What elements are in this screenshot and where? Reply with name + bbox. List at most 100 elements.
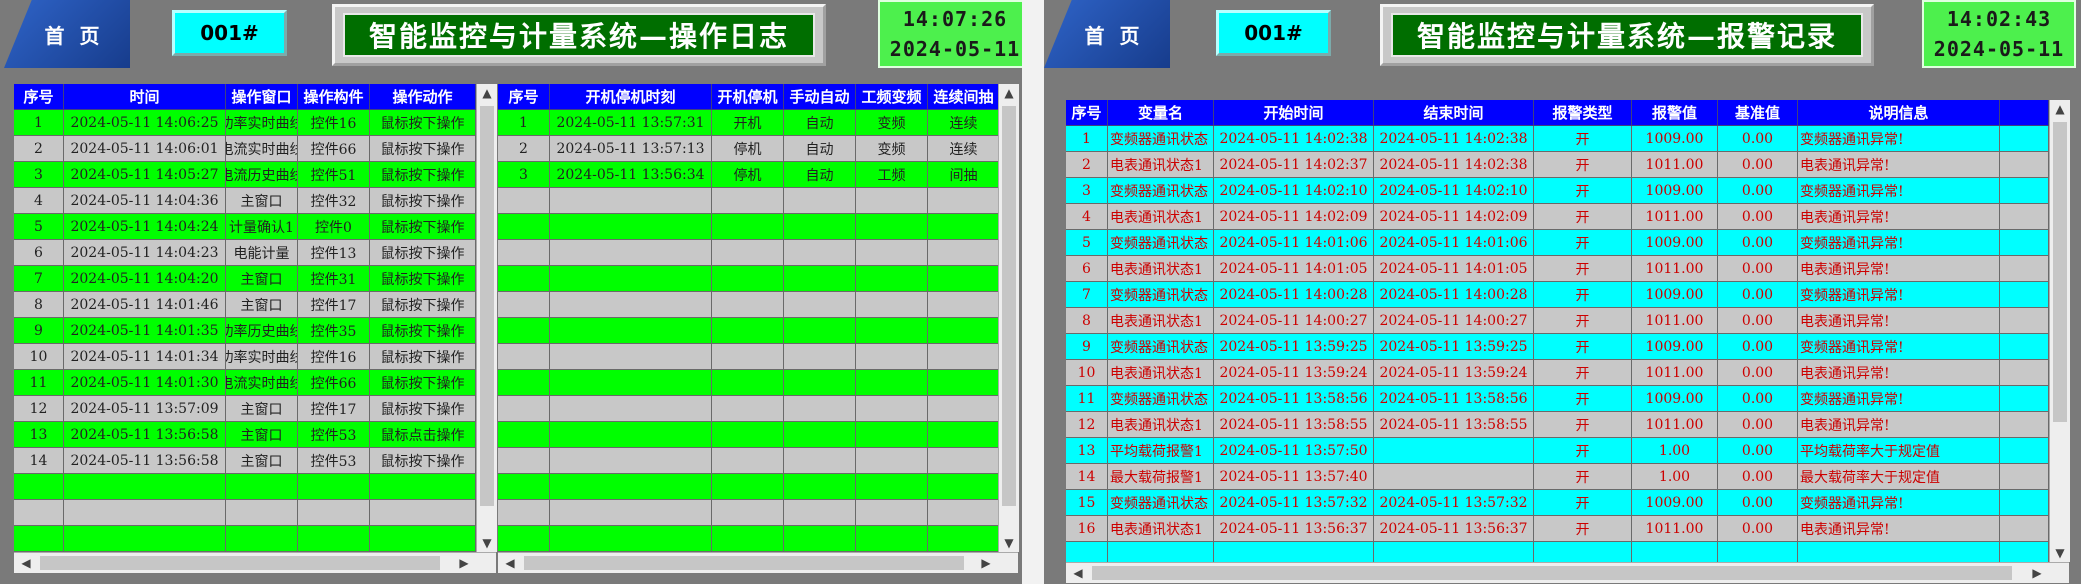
scroll-thumb[interactable] bbox=[1092, 566, 2012, 580]
operation-log-table[interactable]: 序号时间操作窗口操作构件操作动作12024-05-11 14:06:25功率实时… bbox=[14, 84, 476, 552]
empty-row[interactable] bbox=[498, 500, 998, 526]
device-id-button[interactable]: 001# bbox=[172, 10, 287, 56]
table-row[interactable]: 6 2024-05-11 14:04:23 电能计量 控件13 鼠标按下操作 bbox=[14, 240, 476, 266]
scroll-left-icon[interactable]: ◀ bbox=[500, 556, 520, 570]
table-row[interactable]: 3 2024-05-11 13:56:34 停机 自动 工频 间抽 bbox=[498, 162, 998, 188]
table-cell bbox=[2000, 204, 2049, 230]
home-button[interactable]: 首 页 bbox=[1044, 0, 1170, 68]
table-row[interactable]: 112024-05-11 14:01:30电流实时曲线控件66鼠标按下操作 bbox=[14, 370, 476, 396]
table-row[interactable]: 8 2024-05-11 14:01:46 主窗口 控件17 鼠标按下操作 bbox=[14, 292, 476, 318]
table-row[interactable]: 15 变频器通讯状态 2024-05-11 13:57:32 2024-05-11 1… bbox=[1066, 490, 2049, 516]
table-cell bbox=[2000, 334, 2049, 360]
scroll-right-icon[interactable]: ▶ bbox=[976, 556, 996, 570]
table-row[interactable]: 2 电表通讯状态1 2024-05-11 14:02:37 2024-05-11 14… bbox=[1066, 152, 2049, 178]
table-row[interactable]: 32024-05-11 14:05:27电流历史曲线控件51鼠标按下操作 bbox=[14, 162, 476, 188]
empty-row[interactable] bbox=[498, 292, 998, 318]
scroll-left-icon[interactable]: ◀ bbox=[16, 556, 36, 570]
table-cell: 2024-05-11 14:06:25 bbox=[64, 110, 226, 136]
table-row[interactable]: 8 电表通讯状态1 2024-05-11 14:00:27 2024-05-11 14… bbox=[1066, 308, 2049, 334]
scroll-up-icon[interactable]: ▲ bbox=[999, 86, 1019, 100]
table-header[interactable]: 序号 变量名 开始时间 结束时间 报警类型 报警值 基准值 说明信息 bbox=[1066, 100, 2049, 126]
empty-row[interactable] bbox=[498, 344, 998, 370]
table-cell bbox=[550, 188, 712, 214]
table-row[interactable]: 1 变频器通讯状态 2024-05-11 14:02:38 2024-05-11 14… bbox=[1066, 126, 2049, 152]
table-row[interactable]: 5 2024-05-11 14:04:24 计量确认1 控件0 鼠标按下操作 bbox=[14, 214, 476, 240]
run-table-vscroll[interactable]: ▲ ▼ bbox=[998, 84, 1019, 552]
table-row[interactable]: 10 电表通讯状态1 2024-05-11 13:59:24 2024-05-11 1… bbox=[1066, 360, 2049, 386]
table-row[interactable]: 6 电表通讯状态1 2024-05-11 14:01:05 2024-05-11 14… bbox=[1066, 256, 2049, 282]
column-header: 序号 bbox=[498, 84, 550, 110]
scroll-thumb[interactable] bbox=[1002, 106, 1016, 506]
table-row[interactable]: 12 电表通讯状态1 2024-05-11 13:58:55 2024-05-11 1… bbox=[1066, 412, 2049, 438]
scroll-thumb[interactable] bbox=[524, 556, 964, 570]
scroll-down-icon[interactable]: ▼ bbox=[999, 536, 1019, 550]
table-cell bbox=[2000, 178, 2049, 204]
empty-row[interactable] bbox=[14, 474, 476, 500]
empty-row[interactable] bbox=[498, 474, 998, 500]
alarm-table-vscroll[interactable]: ▲ ▼ bbox=[2049, 100, 2070, 562]
table-header[interactable]: 序号 时间 操作窗口 操作构件 操作动作 bbox=[14, 84, 476, 110]
scroll-up-icon[interactable]: ▲ bbox=[2050, 102, 2070, 116]
run-record-table[interactable]: 序号 开机停机时刻 开机停机 手动自动 工频变频 连续间抽 1 2024-05-11 13:5… bbox=[498, 84, 998, 552]
empty-row[interactable] bbox=[498, 240, 998, 266]
table-row[interactable]: 12024-05-11 14:06:25功率实时曲线控件16鼠标按下操作 bbox=[14, 110, 476, 136]
scroll-down-icon[interactable]: ▼ bbox=[477, 536, 497, 550]
empty-row[interactable] bbox=[498, 266, 998, 292]
empty-row[interactable] bbox=[498, 526, 998, 552]
table-cell bbox=[550, 214, 712, 240]
empty-row[interactable] bbox=[498, 396, 998, 422]
op-table-hscroll[interactable]: ◀ ▶ bbox=[14, 552, 496, 573]
table-header[interactable]: 序号 开机停机时刻 开机停机 手动自动 工频变频 连续间抽 bbox=[498, 84, 998, 110]
scroll-right-icon[interactable]: ▶ bbox=[2027, 566, 2047, 580]
table-row[interactable]: 4 2024-05-11 14:04:36 主窗口 控件32 鼠标按下操作 bbox=[14, 188, 476, 214]
table-cell: 控件53 bbox=[298, 448, 370, 474]
scroll-thumb[interactable] bbox=[2053, 122, 2067, 422]
table-row[interactable]: 11 变频器通讯状态 2024-05-11 13:58:56 2024-05-11 1… bbox=[1066, 386, 2049, 412]
table-cell: 2024-05-11 13:57:13 bbox=[550, 136, 712, 162]
table-cell: 2024-05-11 14:04:36 bbox=[64, 188, 226, 214]
empty-row[interactable] bbox=[498, 448, 998, 474]
scroll-up-icon[interactable]: ▲ bbox=[477, 86, 497, 100]
table-row[interactable]: 22024-05-11 14:06:01电流实时曲线控件66鼠标按下操作 bbox=[14, 136, 476, 162]
table-cell bbox=[928, 344, 998, 370]
table-row[interactable]: 14 2024-05-11 13:56:58 主窗口 控件53 鼠标按下操作 bbox=[14, 448, 476, 474]
table-cell bbox=[498, 344, 550, 370]
run-table-hscroll[interactable]: ◀ ▶ bbox=[498, 552, 1018, 573]
empty-row[interactable] bbox=[498, 318, 998, 344]
table-row[interactable]: 7 变频器通讯状态 2024-05-11 14:00:28 2024-05-11 14… bbox=[1066, 282, 2049, 308]
table-row[interactable]: 12 2024-05-11 13:57:09 主窗口 控件17 鼠标按下操作 bbox=[14, 396, 476, 422]
empty-row[interactable] bbox=[1066, 542, 2049, 562]
table-row[interactable]: 4 电表通讯状态1 2024-05-11 14:02:09 2024-05-11 14… bbox=[1066, 204, 2049, 230]
table-row[interactable]: 3 变频器通讯状态 2024-05-11 14:02:10 2024-05-11 14… bbox=[1066, 178, 2049, 204]
scroll-down-icon[interactable]: ▼ bbox=[2050, 546, 2070, 560]
scroll-left-icon[interactable]: ◀ bbox=[1068, 566, 1088, 580]
table-row[interactable]: 1 2024-05-11 13:57:31 开机 自动 变频 连续 bbox=[498, 110, 998, 136]
table-row[interactable]: 5 变频器通讯状态 2024-05-11 14:01:06 2024-05-11 14… bbox=[1066, 230, 2049, 256]
table-row[interactable]: 7 2024-05-11 14:04:20 主窗口 控件31 鼠标按下操作 bbox=[14, 266, 476, 292]
table-row[interactable]: 92024-05-11 14:01:35功率历史曲线控件35鼠标按下操作 bbox=[14, 318, 476, 344]
table-row[interactable]: 13 平均载荷报警1 2024-05-11 13:57:50 开 1.00 0.00 平均载… bbox=[1066, 438, 2049, 464]
table-cell bbox=[928, 292, 998, 318]
scroll-thumb[interactable] bbox=[480, 106, 494, 506]
alarm-table-hscroll[interactable]: ◀ ▶ bbox=[1066, 562, 2069, 583]
table-row[interactable]: 13 2024-05-11 13:56:58 主窗口 控件53 鼠标点击操作 bbox=[14, 422, 476, 448]
table-row[interactable]: 16 电表通讯状态1 2024-05-11 13:56:37 2024-05-11 1… bbox=[1066, 516, 2049, 542]
home-button[interactable]: 首 页 bbox=[4, 0, 130, 68]
alarm-record-table[interactable]: 序号 变量名 开始时间 结束时间 报警类型 报警值 基准值 说明信息 1 变频器通讯状态 2024-… bbox=[1066, 100, 2049, 562]
table-row[interactable]: 102024-05-11 14:01:34功率实时曲线控件16鼠标按下操作 bbox=[14, 344, 476, 370]
empty-row[interactable] bbox=[14, 500, 476, 526]
table-row[interactable]: 2 2024-05-11 13:57:13 停机 自动 变频 连续 bbox=[498, 136, 998, 162]
device-id-button[interactable]: 001# bbox=[1216, 10, 1331, 56]
table-row[interactable]: 14 最大载荷报警1 2024-05-11 13:57:40 开 1.00 0.00 最大载… bbox=[1066, 464, 2049, 490]
table-cell bbox=[1214, 542, 1374, 562]
empty-row[interactable] bbox=[498, 370, 998, 396]
table-row[interactable]: 9 变频器通讯状态 2024-05-11 13:59:25 2024-05-11 13… bbox=[1066, 334, 2049, 360]
op-table-vscroll[interactable]: ▲ ▼ bbox=[476, 84, 497, 552]
empty-row[interactable] bbox=[498, 188, 998, 214]
empty-row[interactable] bbox=[498, 422, 998, 448]
table-cell: 0.00 bbox=[1718, 386, 1798, 412]
empty-row[interactable] bbox=[498, 214, 998, 240]
scroll-thumb[interactable] bbox=[40, 556, 440, 570]
scroll-right-icon[interactable]: ▶ bbox=[454, 556, 474, 570]
empty-row[interactable] bbox=[14, 526, 476, 552]
